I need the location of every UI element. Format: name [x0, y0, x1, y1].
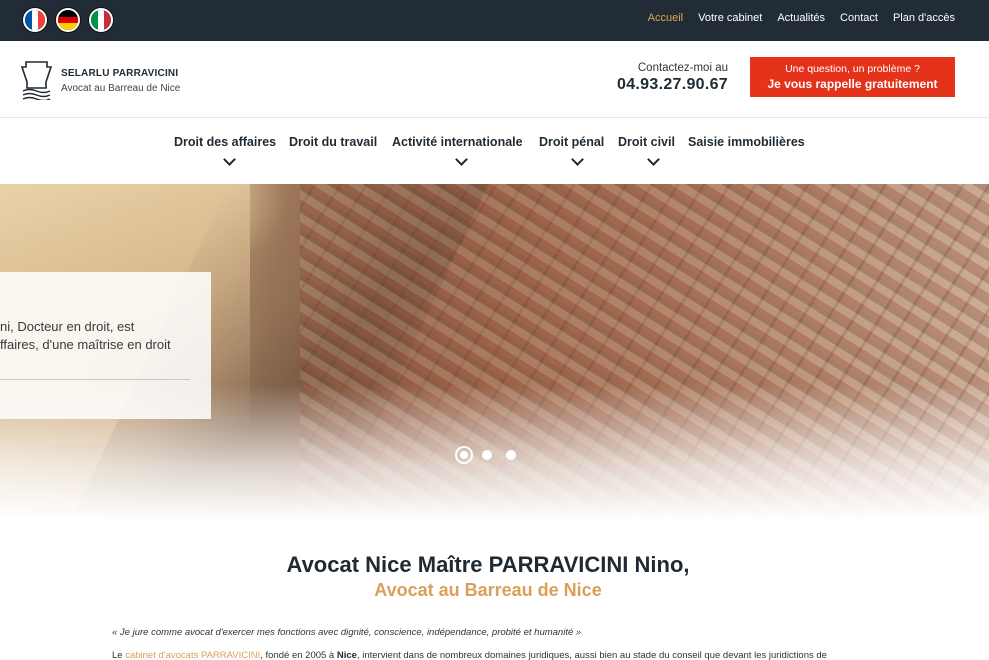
chevron-down-icon[interactable] [455, 153, 468, 166]
contact-phone[interactable]: 04.93.27.90.67 [617, 76, 728, 94]
hero-caption-text: ni, Docteur en droit, est ffaires, d'une… [0, 318, 211, 354]
intro-text: , intervient dans de nombreux domaines j… [356, 650, 827, 660]
slider-dot[interactable] [506, 450, 516, 460]
intro-text: , fondé en 2005 à [260, 650, 337, 660]
hero-slider: ni, Docteur en droit, est ffaires, d'une… [0, 184, 989, 520]
hero-caption-divider [0, 379, 190, 380]
top-nav-votre-cabinet[interactable]: Votre cabinet [698, 12, 762, 24]
top-nav-accueil[interactable]: Accueil [648, 12, 683, 24]
slider-dot[interactable] [482, 450, 492, 460]
nav-droit-civil[interactable]: Droit civil [618, 135, 675, 149]
oath-quote: « Je jure comme avocat d'exercer mes fon… [112, 627, 582, 638]
callback-button-label: Je vous rappelle gratuitement [767, 77, 938, 91]
nav-droit-du-travail[interactable]: Droit du travail [289, 135, 377, 149]
chevron-down-icon[interactable] [223, 153, 236, 166]
hero-caption-line: ffaires, d'une maîtrise en droit [0, 337, 171, 352]
top-nav-contact[interactable]: Contact [840, 12, 878, 24]
french-flag-icon[interactable] [23, 8, 47, 32]
nav-saisie-immobilieres[interactable]: Saisie immobilières [688, 135, 805, 149]
nav-droit-des-affaires[interactable]: Droit des affaires [174, 135, 276, 149]
nav-activite-internationale[interactable]: Activité internationale [392, 135, 523, 149]
site-header: SELARLU PARRAVICINI Avocat au Barreau de… [0, 41, 989, 118]
hero-caption-line: ni, Docteur en droit, est [0, 319, 135, 334]
page-title: Avocat Nice Maître PARRAVICINI Nino, [286, 552, 690, 577]
callback-button-question: Une question, un problème ? [785, 63, 920, 75]
top-nav-actualites[interactable]: Actualités [777, 12, 825, 24]
slider-dot-active[interactable] [455, 446, 473, 464]
german-flag-icon[interactable] [56, 8, 80, 32]
brand-name[interactable]: SELARLU PARRAVICINI [61, 68, 178, 79]
main-navigation: Droit des affaires Droit du travail Acti… [0, 118, 989, 184]
chevron-down-icon[interactable] [647, 153, 660, 166]
italian-flag-icon[interactable] [89, 8, 113, 32]
top-navigation: Accueil Votre cabinet Actualités Contact… [648, 12, 955, 24]
chevron-down-icon[interactable] [571, 153, 584, 166]
top-bar: Accueil Votre cabinet Actualités Contact… [0, 0, 989, 41]
intro-text: Le [112, 650, 126, 660]
cabinet-link[interactable]: cabinet d'avocats PARRAVICINI [125, 650, 260, 660]
hero-caption: ni, Docteur en droit, est ffaires, d'une… [0, 272, 211, 419]
callback-button[interactable]: Une question, un problème ? Je vous rapp… [750, 57, 955, 97]
logo-icon[interactable] [20, 58, 53, 100]
page-subtitle: Avocat au Barreau de Nice [374, 580, 602, 600]
contact-label: Contactez-moi au [637, 62, 728, 74]
intro-paragraph: Le cabinet d'avocats PARRAVICINI, fondé … [112, 650, 864, 660]
intro-city: Nice [336, 650, 357, 660]
top-nav-plan-acces[interactable]: Plan d'accès [893, 12, 955, 24]
nav-droit-penal[interactable]: Droit pénal [539, 135, 604, 149]
brand-subtitle: Avocat au Barreau de Nice [61, 83, 181, 94]
